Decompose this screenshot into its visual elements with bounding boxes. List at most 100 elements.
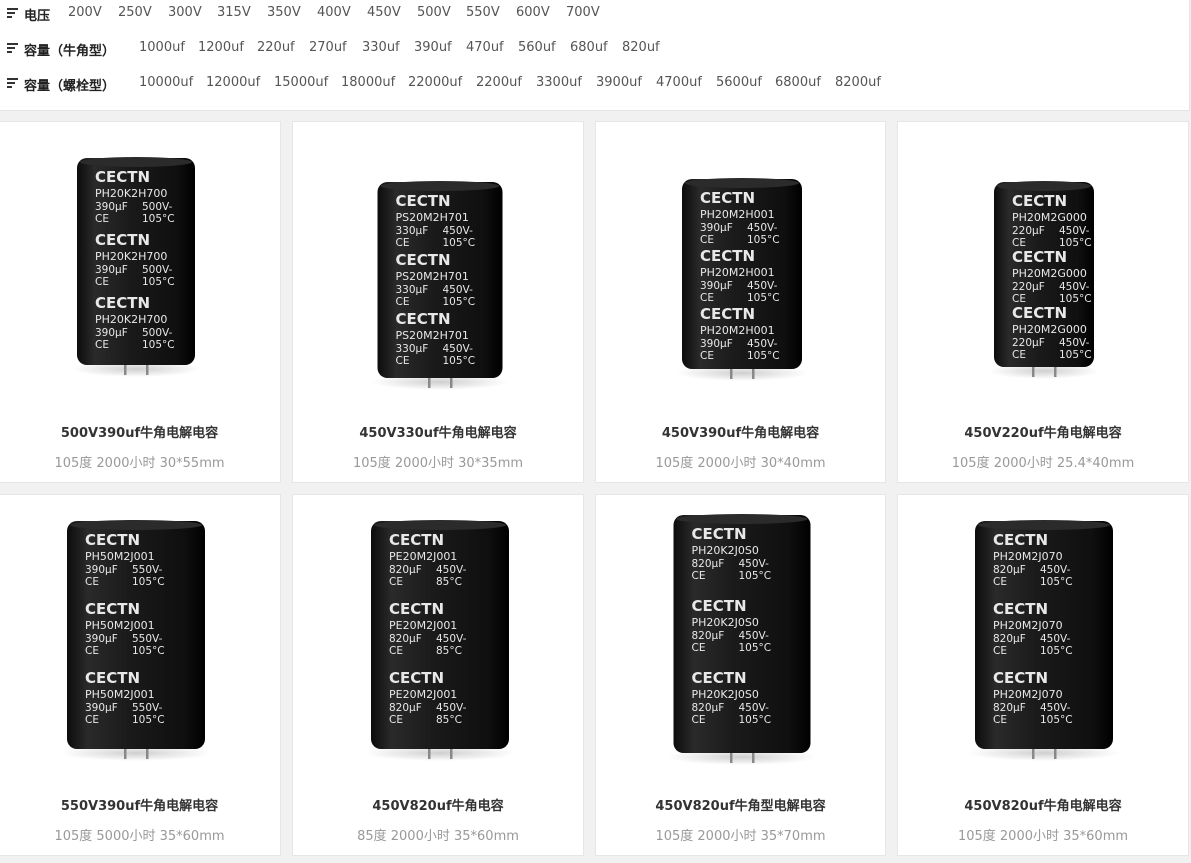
capacitor-brand-text: CECTN — [85, 531, 140, 549]
product-spec: 105度 2000小时 25.4*40mm — [951, 456, 1135, 471]
capacitor-temp-text: 105°C — [132, 645, 165, 657]
product-card[interactable]: CECTN PH20M2J070 820µF 450V- CE 105°C CECTN PH2… — [897, 494, 1189, 856]
capacitor-ce-text: CE — [389, 714, 403, 726]
capacitor-model-text: PH20M2J070 — [993, 688, 1063, 701]
filter-option[interactable]: 2200uf — [476, 75, 522, 90]
capacitor-capacitance-text: 820µF — [389, 564, 422, 576]
filter-label: 容量（螺栓型） — [24, 79, 116, 94]
filter-option[interactable]: 8200uf — [835, 75, 881, 90]
product-image[interactable]: CECTN PH20M2J070 820µF 450V- CE 105°C CECTN PH2… — [898, 495, 1188, 765]
capacitor-ce-text: CE — [396, 237, 410, 249]
product-title[interactable]: 450V220uf牛角电解电容 — [898, 422, 1188, 441]
filter-option[interactable]: 350V — [267, 5, 301, 20]
filter-option[interactable]: 550V — [466, 5, 500, 20]
capacitor-temp-text: 105°C — [142, 339, 175, 351]
filter-option[interactable]: 470uf — [466, 40, 504, 55]
filter-option[interactable]: 330uf — [362, 40, 400, 55]
filter-option[interactable]: 1000uf — [139, 40, 185, 55]
filter-option[interactable]: 6800uf — [775, 75, 821, 90]
product-image[interactable]: CECTN PH50M2J001 390µF 550V- CE 105°C CECTN PH5… — [0, 495, 280, 765]
filter-option[interactable]: 400V — [317, 5, 351, 20]
capacitor-brand-text: CECTN — [389, 600, 444, 618]
filter-option[interactable]: 820uf — [622, 40, 660, 55]
capacitor-voltage-text: 450V- — [443, 284, 474, 296]
product-image[interactable]: CECTN PH20K2H700 390µF 500V- CE 105°C CECTN PH2… — [0, 122, 280, 392]
capacitor-voltage-text: 500V- — [142, 327, 173, 339]
product-image[interactable]: CECTN PS20M2H701 330µF 450V- CE 105°C CECTN PS2… — [293, 122, 583, 392]
product-title[interactable]: 450V820uf牛角型电解电容 — [596, 795, 885, 814]
capacitor-brand-text: CECTN — [396, 251, 451, 269]
filter-option[interactable]: 1200uf — [198, 40, 244, 55]
filter-option[interactable]: 270uf — [309, 40, 347, 55]
capacitor-ce-text: CE — [700, 350, 714, 362]
filter-option[interactable]: 12000uf — [206, 75, 260, 90]
capacitor-voltage-text: 450V- — [747, 338, 778, 350]
product-spec: 105度 2000小时 35*70mm — [655, 829, 826, 844]
filter-option[interactable]: 15000uf — [274, 75, 328, 90]
capacitor-capacitance-text: 820µF — [692, 630, 725, 642]
product-title[interactable]: 500V390uf牛角电解电容 — [0, 422, 280, 441]
filter-option[interactable]: 220uf — [257, 40, 295, 55]
capacitor-model-text: PH20M2J070 — [993, 550, 1063, 563]
capacitor-ce-text: CE — [95, 276, 109, 288]
product-title[interactable]: 550V390uf牛角电解电容 — [0, 795, 280, 814]
product-image[interactable]: CECTN PH20K2J0S0 820µF 450V- CE 105°C CECTN PH2… — [596, 495, 885, 765]
capacitor-temp-text: 105°C — [443, 296, 476, 308]
capacitor-capacitance-text: 820µF — [692, 558, 725, 570]
capacitor-ce-text: CE — [700, 234, 714, 246]
filter-option[interactable]: 18000uf — [341, 75, 395, 90]
capacitor-model-text: PH20M2J070 — [993, 619, 1063, 632]
capacitor-capacitance-text: 390µF — [700, 222, 733, 234]
capacitor-voltage-text: 450V- — [443, 225, 474, 237]
capacitor-voltage-text: 450V- — [1040, 564, 1071, 576]
filter-option[interactable]: 3300uf — [536, 75, 582, 90]
filter-option[interactable]: 250V — [118, 5, 152, 20]
product-image[interactable]: CECTN PH20M2G000 220µF 450V- CE 105°C CECTN PH2… — [898, 122, 1188, 392]
capacitor-temp-text: 105°C — [1059, 349, 1092, 361]
capacitor-capacitance-text: 220µF — [1012, 225, 1045, 237]
filter-option[interactable]: 500V — [417, 5, 451, 20]
filter-option[interactable]: 560uf — [518, 40, 556, 55]
capacitor-model-text: PE20M2J001 — [389, 550, 457, 563]
product-image[interactable]: CECTN PE20M2J001 820µF 450V- CE 85°C CECTN PE20… — [293, 495, 583, 765]
capacitor-temp-text: 105°C — [142, 276, 175, 288]
filter-option[interactable]: 450V — [367, 5, 401, 20]
filter-option[interactable]: 200V — [68, 5, 102, 20]
filter-option[interactable]: 3900uf — [596, 75, 642, 90]
filter-option[interactable]: 5600uf — [716, 75, 762, 90]
product-title[interactable]: 450V330uf牛角电解电容 — [293, 422, 583, 441]
product-title[interactable]: 450V390uf牛角电解电容 — [596, 422, 885, 441]
product-title[interactable]: 450V820uf牛角电容 — [293, 795, 583, 814]
product-card[interactable]: CECTN PH20M2G000 220µF 450V- CE 105°C CECTN PH2… — [897, 121, 1189, 483]
product-card[interactable]: CECTN PH50M2J001 390µF 550V- CE 105°C CECTN PH5… — [0, 494, 281, 856]
capacitor-capacitance-text: 820µF — [993, 564, 1026, 576]
capacitor-brand-text: CECTN — [95, 294, 150, 312]
capacitor-voltage-text: 450V- — [443, 343, 474, 355]
capacitor-temp-text: 105°C — [142, 213, 175, 225]
product-card[interactable]: CECTN PS20M2H701 330µF 450V- CE 105°C CECTN PS2… — [292, 121, 584, 483]
product-card[interactable]: CECTN PH20M2H001 390µF 450V- CE 105°C CECTN PH2… — [595, 121, 886, 483]
capacitor-brand-text: CECTN — [95, 168, 150, 186]
capacitor-brand-text: CECTN — [85, 600, 140, 618]
product-title[interactable]: 450V820uf牛角电解电容 — [898, 795, 1188, 814]
filter-option[interactable]: 700V — [566, 5, 600, 20]
product-card[interactable]: CECTN PE20M2J001 820µF 450V- CE 85°C CECTN PE20… — [292, 494, 584, 856]
filter-option[interactable]: 10000uf — [139, 75, 193, 90]
capacitor-capacitance-text: 820µF — [389, 633, 422, 645]
filter-option[interactable]: 315V — [217, 5, 251, 20]
product-card[interactable]: CECTN PH20K2J0S0 820µF 450V- CE 105°C CECTN PH2… — [595, 494, 886, 856]
capacitor-brand-text: CECTN — [85, 669, 140, 687]
product-spec: 105度 2000小时 30*40mm — [655, 456, 826, 471]
filter-option[interactable]: 390uf — [414, 40, 452, 55]
filter-option[interactable]: 600V — [516, 5, 550, 20]
product-image[interactable]: CECTN PH20M2H001 390µF 450V- CE 105°C CECTN PH2… — [596, 122, 885, 392]
filter-option[interactable]: 680uf — [570, 40, 608, 55]
product-card[interactable]: CECTN PH20K2H700 390µF 500V- CE 105°C CECTN PH2… — [0, 121, 281, 483]
capacitor-ce-text: CE — [700, 292, 714, 304]
capacitor-capacitance-text: 220µF — [1012, 337, 1045, 349]
filter-option[interactable]: 4700uf — [656, 75, 702, 90]
filter-option[interactable]: 22000uf — [408, 75, 462, 90]
capacitor-brand-text: CECTN — [700, 247, 755, 265]
capacitor-model-text: PH50M2J001 — [85, 619, 155, 632]
filter-option[interactable]: 300V — [168, 5, 202, 20]
